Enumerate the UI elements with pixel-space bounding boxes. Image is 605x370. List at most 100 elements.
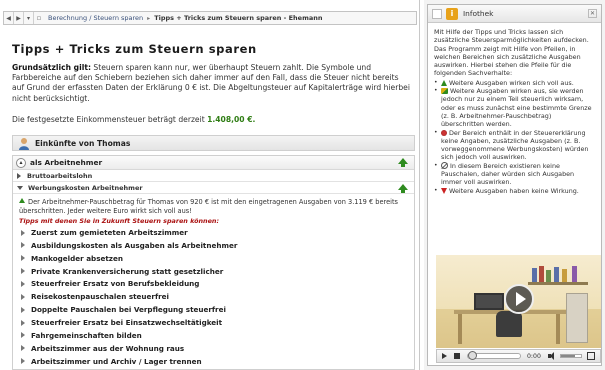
tip-item[interactable]: Fahrgemeinschaften bilden [19, 329, 408, 342]
legend-text: Weitere Ausgaben haben keine Wirkung. [449, 186, 579, 195]
tip-item[interactable]: Private Krankenversicherung statt gesetz… [19, 265, 408, 278]
close-icon[interactable]: ✕ [588, 9, 597, 18]
player-controls: 0:00 [436, 349, 601, 363]
arrow-up-green-icon [398, 184, 408, 193]
legend-text: In diesem Bereich existieren keine Pausc… [441, 161, 575, 187]
collapse-icon[interactable]: ▴ [16, 157, 26, 168]
infothek-intro: Mit Hilfe der Tipps und Tricks lassen si… [434, 28, 589, 78]
tip-item[interactable]: Arbeitszimmer aus der Wohnung raus [19, 342, 408, 355]
volume-icon[interactable] [548, 352, 557, 361]
side-pane: i Infothek ✕ Mit Hilfe der Tipps und Tri… [424, 0, 605, 370]
subsection-bruttoarbeitslohn[interactable]: Bruttoarbeitslohn [13, 170, 414, 182]
arrow-up-green-icon [398, 158, 408, 167]
tip-item[interactable]: Arbeitszimmer und Archiv / Lager trennen [19, 355, 408, 368]
tip-item[interactable]: Steuerfreier Ersatz von Berufsbekleidung [19, 278, 408, 291]
tip-label: Arbeitszimmer aus der Wohnung raus [31, 343, 185, 353]
no-pauschale-icon [441, 161, 448, 169]
info-icon: i [446, 7, 458, 20]
seek-knob[interactable] [468, 351, 477, 360]
subsection-werbungskosten[interactable]: Werbungskosten Arbeitnehmer [13, 182, 414, 194]
werbungskosten-info: Der Arbeitnehmer-Pauschbetrag für Thomas… [19, 198, 408, 215]
expand-triangle-icon [21, 293, 25, 300]
legend-text: Weitere Ausgaben wirken aus, sie werden … [441, 87, 592, 129]
tip-item[interactable]: Mankogelder absetzen [19, 252, 408, 265]
volume-slider[interactable] [559, 354, 582, 358]
video-book [546, 270, 551, 282]
legend-list: • Weitere Ausgaben wirken sich voll aus. … [434, 79, 595, 195]
red-dot-icon [441, 129, 447, 136]
section-arbeitnehmer-title: als Arbeitnehmer [30, 158, 103, 167]
fullscreen-icon[interactable] [586, 352, 595, 360]
legend-text: Der Bereich enthält in der Steuererkläru… [441, 128, 589, 162]
video-player[interactable] [436, 255, 601, 348]
video-cabinet [566, 293, 588, 343]
volume-fill [560, 355, 575, 357]
werbungskosten-body: Der Arbeitnehmer-Pauschbetrag für Thomas… [13, 194, 414, 367]
main-pane: ◀ ▶ ▾ ▫ Berechnung / Steuern sparen ▸ Ti… [0, 0, 420, 370]
tips-heading: Tipps mit denen Sie in Zukunft Steuern s… [19, 217, 220, 226]
expand-triangle-icon [21, 319, 25, 326]
video-desk-leg [556, 314, 560, 344]
video-book [539, 266, 544, 282]
breadcrumb-item-current: Tipps + Tricks zum Steuern sparen - Ehem… [154, 14, 323, 22]
tax-amount-line: Die festgesetzte Einkommensteuer beträgt… [12, 115, 255, 124]
tip-item[interactable]: Reisekostenpauschalen steuerfrei [19, 290, 408, 303]
expand-triangle-icon [21, 332, 25, 339]
expand-triangle-icon [21, 306, 25, 313]
infothek-panel: i Infothek ✕ Mit Hilfe der Tipps und Tri… [427, 4, 602, 366]
tip-item[interactable]: Doppelte Pauschalen bei Verpflegung steu… [19, 303, 408, 316]
expand-triangle-icon [21, 345, 25, 352]
tax-amount-label: Die festgesetzte Einkommensteuer beträgt… [12, 115, 205, 124]
expand-triangle-icon [21, 358, 25, 365]
legend-item: • Der Bereich enthält in der Steuererklär… [434, 128, 589, 162]
folder-icon: ▫ [36, 14, 42, 22]
tip-label: Zuerst zum gemieteten Arbeitszimmer [31, 228, 188, 238]
tip-item[interactable]: Ausbildungskosten als Ausgaben als Arbei… [19, 239, 408, 252]
video-book [572, 266, 577, 282]
video-chair [496, 311, 522, 337]
history-dropdown-button[interactable]: ▾ [24, 12, 34, 24]
section-arbeitnehmer-header[interactable]: ▴ als Arbeitnehmer [13, 156, 414, 170]
person-section-label: Einkünfte von Thomas [35, 138, 131, 148]
seek-bar[interactable] [467, 351, 521, 360]
infothek-title: Infothek [463, 9, 494, 18]
play-overlay-button[interactable] [504, 284, 534, 314]
subsection-werbungskosten-label: Werbungskosten Arbeitnehmer [28, 183, 143, 192]
expand-triangle-icon [21, 242, 25, 249]
tip-label: Fahrgemeinschaften bilden [31, 330, 142, 340]
breadcrumb-item-berechnung[interactable]: Berechnung / Steuern sparen [44, 14, 147, 22]
play-icon[interactable] [440, 352, 449, 361]
tip-item[interactable]: Zuerst zum gemieteten Arbeitszimmer [19, 226, 408, 239]
video-book [554, 267, 559, 282]
expand-triangle-icon [17, 172, 21, 179]
arrow-up-green-icon [441, 79, 447, 86]
tip-item[interactable]: Steuerfreier Ersatz bei Einsatzwechseltä… [19, 316, 408, 329]
video-book [532, 268, 537, 282]
pin-icon[interactable] [432, 8, 442, 19]
expand-triangle-icon [21, 229, 25, 236]
forward-button[interactable]: ▶ [14, 12, 24, 24]
legend-item: • In diesem Bereich existieren keine Paus… [434, 161, 575, 187]
section-arbeitnehmer: ▴ als Arbeitnehmer Bruttoarbeitslohn Wer… [12, 155, 415, 370]
tax-amount-value: 1.408,00 €. [207, 115, 256, 124]
video-book [562, 269, 567, 282]
legend-item: • Weitere Ausgaben haben keine Wirkung. [434, 186, 579, 195]
tip-label: Ausbildungskosten als Ausgaben als Arbei… [31, 240, 238, 250]
legend-item: • Weitere Ausgaben wirken sich voll aus. [434, 78, 574, 87]
person-section-header[interactable]: Einkünfte von Thomas [12, 135, 415, 151]
tip-label: Doppelte Pauschalen bei Verpflegung steu… [31, 305, 226, 315]
tip-label: Mankogelder absetzen [31, 253, 123, 263]
tips-list: Zuerst zum gemieteten Arbeitszimmer Ausb… [19, 226, 408, 367]
stop-icon[interactable] [452, 352, 461, 361]
arrow-up-green-icon [19, 198, 25, 203]
intro-text: Grundsätzlich gilt: Steuern sparen kann … [12, 63, 412, 104]
arrow-down-red-icon [441, 187, 447, 194]
back-button[interactable]: ◀ [4, 12, 14, 24]
video-shelf [528, 263, 588, 285]
tip-label: Arbeitszimmer und Archiv / Lager trennen [31, 356, 202, 366]
werbungskosten-info-text: Der Arbeitnehmer-Pauschbetrag für Thomas… [19, 198, 398, 215]
expand-triangle-icon [21, 280, 25, 287]
page-title: Tipps + Tricks zum Steuern sparen [12, 42, 257, 56]
subsection-bruttoarbeitslohn-label: Bruttoarbeitslohn [27, 171, 93, 180]
infothek-body: Mit Hilfe der Tipps und Tricks lassen si… [428, 23, 601, 195]
